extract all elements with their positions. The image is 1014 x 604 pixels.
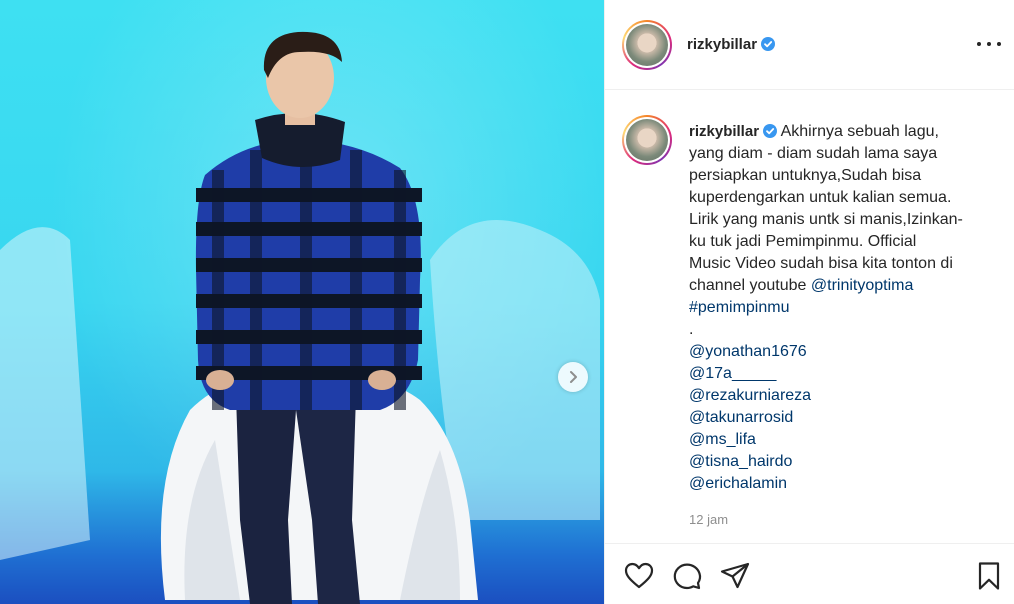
heart-icon[interactable] — [623, 560, 655, 592]
caption-username[interactable]: rizkybillar — [689, 123, 759, 140]
post-sidebar: rizkybillar rizkybillar Akhirnya sebuah … — [604, 0, 1014, 604]
post-timestamp[interactable]: 12 jam — [689, 512, 728, 527]
caption-text: ku tuk jadi Pemimpinmu. Official — [689, 233, 917, 250]
caption-text: channel youtube — [689, 277, 811, 294]
avatar[interactable] — [622, 20, 672, 70]
post-actions-bar — [605, 543, 1014, 604]
caption-avatar[interactable] — [622, 115, 672, 165]
header-username[interactable]: rizkybillar — [687, 36, 757, 53]
caption-text: yang diam - diam sudah lama saya — [689, 145, 938, 162]
chevron-right-icon — [570, 371, 577, 383]
mention-link[interactable]: @erichalamin — [689, 475, 787, 492]
mention-link[interactable]: @tisna_hairdo — [689, 453, 792, 470]
mention-link[interactable]: @yonathan1676 — [689, 343, 807, 360]
caption-text: Music Video sudah bisa kita tonton di — [689, 255, 953, 272]
caption-channel-line: channel youtube @trinityoptima — [689, 275, 989, 297]
mention-link[interactable]: @17a_____ — [689, 365, 776, 382]
mention-link[interactable]: @trinityoptima — [811, 277, 914, 294]
mention-link[interactable]: @ms_lifa — [689, 431, 756, 448]
share-icon[interactable] — [719, 560, 751, 592]
verified-badge-icon — [761, 37, 776, 51]
more-options-icon[interactable] — [977, 34, 1001, 54]
comment-icon[interactable] — [671, 560, 703, 592]
hashtag-line: #pemimpinmu — [689, 297, 989, 319]
caption-text: kuperdengarkan untuk kalian semua. — [689, 189, 952, 206]
bookmark-icon[interactable] — [973, 560, 1005, 592]
caption-line-1: rizkybillar Akhirnya sebuah lagu, — [689, 121, 989, 143]
mention-link[interactable]: @rezakurniareza — [689, 387, 811, 404]
post-caption: rizkybillar Akhirnya sebuah lagu, yang d… — [689, 121, 989, 495]
header-user: rizkybillar — [687, 36, 776, 54]
hashtag-link[interactable]: #pemimpinmu — [689, 299, 789, 316]
next-photo-button[interactable] — [558, 362, 588, 392]
caption-text: Akhirnya sebuah lagu, — [780, 123, 939, 140]
photo-scene — [0, 31, 600, 604]
mention-link[interactable]: @takunarrosid — [689, 409, 793, 426]
caption-text: Lirik yang manis untk si manis,Izinkan- — [689, 211, 963, 228]
post-photo[interactable] — [0, 0, 604, 604]
instagram-post: rizkybillar rizkybillar Akhirnya sebuah … — [0, 0, 1014, 604]
caption-text: persiapkan untuknya,Sudah bisa — [689, 167, 922, 184]
post-header: rizkybillar — [605, 0, 1014, 90]
verified-badge-icon — [763, 124, 778, 138]
caption-dot: . — [689, 321, 694, 338]
